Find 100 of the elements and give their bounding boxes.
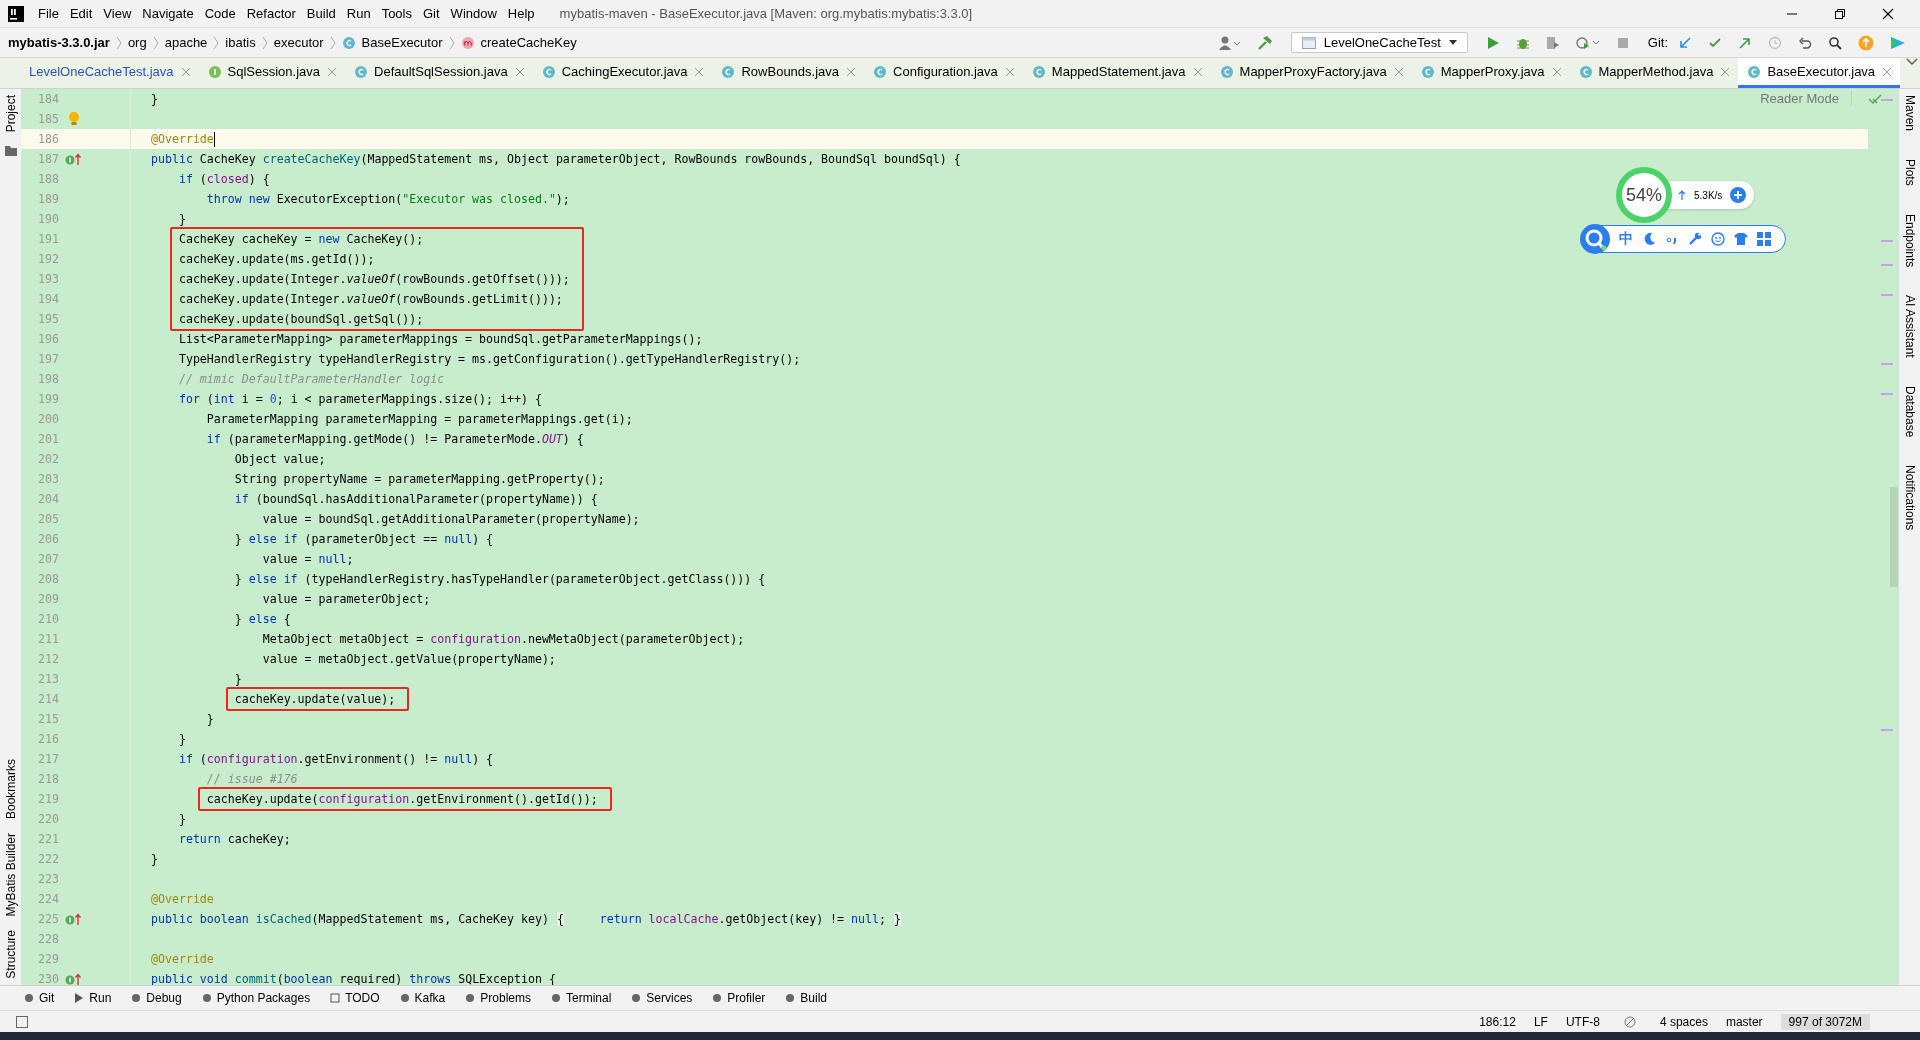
menu-item[interactable]: Run: [346, 6, 371, 21]
file-encoding[interactable]: UTF-8: [1565, 1014, 1600, 1029]
tool-window-tab[interactable]: Database: [1902, 385, 1917, 438]
update-icon[interactable]: [1858, 34, 1874, 51]
editor-tab[interactable]: SqlSession.java: [198, 58, 346, 88]
editor-tab[interactable]: Configuration.java: [864, 58, 1023, 88]
menu-item[interactable]: Build: [306, 6, 336, 21]
editor-tab[interactable]: DefaultSqlSession.java: [345, 58, 533, 88]
input-method-logo-icon[interactable]: [1580, 224, 1610, 254]
double-check-icon[interactable]: [1868, 92, 1884, 105]
menu-item[interactable]: Edit: [69, 6, 93, 21]
git-branch[interactable]: master: [1725, 1014, 1763, 1029]
override-marker-icon[interactable]: [65, 912, 83, 926]
menu-item[interactable]: Navigate: [142, 6, 194, 21]
checkmark-icon[interactable]: [1708, 35, 1722, 50]
tool-window-button[interactable]: Profiler: [712, 991, 766, 1005]
code-line: }: [177, 812, 186, 826]
breadcrumb[interactable]: ibatis: [225, 35, 256, 50]
stop-icon[interactable]: [1615, 35, 1630, 50]
tool-window-button[interactable]: TODO: [330, 991, 380, 1005]
profiler-icon[interactable]: [1575, 35, 1600, 50]
tool-window-button[interactable]: Python Packages: [201, 991, 311, 1005]
coverage-icon[interactable]: [1545, 35, 1560, 50]
menu-item[interactable]: Help: [507, 6, 535, 21]
tool-window-tab[interactable]: MyBatis Builder: [3, 832, 18, 917]
breadcrumb[interactable]: createCacheKey: [480, 35, 577, 50]
undo-icon[interactable]: [1798, 35, 1812, 50]
lightbulb-icon[interactable]: [68, 111, 80, 127]
wrench-icon[interactable]: [1688, 232, 1702, 246]
editor-tab[interactable]: MapperProxyFactory.java: [1210, 58, 1412, 88]
breadcrumb[interactable]: org: [127, 35, 147, 50]
breadcrumb[interactable]: executor: [273, 35, 324, 50]
clock-icon[interactable]: [1768, 35, 1782, 50]
line-separator[interactable]: LF: [1533, 1014, 1548, 1029]
arrow-up-right-icon[interactable]: [1738, 35, 1752, 50]
code-line: }: [177, 212, 186, 226]
input-method-toolbar[interactable]: 中: [1581, 225, 1786, 253]
plus-icon[interactable]: [1730, 187, 1747, 203]
editor-tab[interactable]: MapperMethod.java: [1569, 58, 1739, 88]
editor-tab[interactable]: RowBounds.java: [712, 58, 865, 88]
shirt-icon[interactable]: [1734, 232, 1748, 246]
menu-item[interactable]: Code: [204, 6, 236, 21]
moon-icon[interactable]: [1642, 232, 1656, 246]
menu-item[interactable]: Window: [450, 6, 497, 21]
hammer-icon[interactable]: [1256, 34, 1273, 51]
caret-position[interactable]: 186:12: [1479, 1014, 1516, 1029]
menu-item[interactable]: Git: [423, 6, 440, 21]
restore-icon[interactable]: [1834, 7, 1846, 20]
indent-setting[interactable]: 4 spaces: [1659, 1014, 1708, 1029]
search-icon[interactable]: [1828, 35, 1842, 50]
code-line: ParameterMapping parameterMapping = parameterMappings.get(i);: [205, 412, 633, 426]
gradient-logo-icon[interactable]: [1890, 34, 1906, 51]
reader-mode-link[interactable]: Reader Mode: [1760, 91, 1852, 106]
tool-window-tab[interactable]: Structure: [3, 930, 18, 979]
tool-window-tab[interactable]: Endpoints: [1902, 213, 1917, 268]
editor-tab[interactable]: BaseExecutor.java: [1738, 58, 1901, 88]
menu-item[interactable]: File: [38, 6, 59, 21]
memory-indicator[interactable]: 997 of 3072M: [1780, 1013, 1870, 1030]
editor-tab[interactable]: MappedStatement.java: [1022, 58, 1211, 88]
tool-window-button[interactable]: Run: [74, 991, 112, 1005]
code-line: cacheKey.update(Integer.valueOf(rowBounds.getOffset()));: [178, 272, 570, 286]
smiley-icon[interactable]: [1711, 232, 1725, 246]
tool-window-tab[interactable]: Bookmarks: [3, 758, 18, 819]
class-icon: [1031, 64, 1046, 79]
tool-window-button[interactable]: Problems: [465, 991, 531, 1005]
editor-tab[interactable]: LevelOneCacheTest.java: [20, 58, 199, 88]
panel-toggle-icon[interactable]: [16, 1015, 28, 1028]
menu-item[interactable]: View: [103, 6, 132, 21]
run-icon[interactable]: [1485, 35, 1500, 50]
tool-window-tab[interactable]: Maven: [1902, 95, 1917, 132]
run-configuration-dropdown[interactable]: LevelOneCacheTest: [1290, 32, 1468, 53]
breadcrumb[interactable]: BaseExecutor: [361, 35, 443, 50]
editor-tab[interactable]: CachingExecutor.java: [532, 58, 713, 88]
readonly-icon[interactable]: [1623, 1015, 1636, 1028]
menu-item[interactable]: Refactor: [246, 6, 296, 21]
tool-window-button[interactable]: Git: [24, 991, 55, 1005]
breadcrumb[interactable]: apache: [164, 35, 208, 50]
tool-window-button[interactable]: Build: [785, 991, 828, 1005]
override-marker-icon[interactable]: [65, 972, 83, 985]
tool-window-tab[interactable]: AI Assistant: [1902, 295, 1917, 358]
menu-item[interactable]: Tools: [381, 6, 412, 21]
chevron-down-icon[interactable]: [1906, 58, 1919, 66]
grid-icon[interactable]: [1757, 232, 1771, 246]
tool-window-tab[interactable]: Project: [3, 95, 18, 133]
tool-window-button[interactable]: Terminal: [550, 991, 612, 1005]
breadcrumb[interactable]: mybatis-3.3.0.jar: [8, 35, 110, 50]
tool-window-tab[interactable]: Notifications: [1902, 465, 1917, 531]
tool-window-button[interactable]: Services: [631, 991, 693, 1005]
scrollbar-thumb[interactable]: [1890, 487, 1898, 587]
tool-window-button[interactable]: Debug: [131, 991, 182, 1005]
input-mode-toggle[interactable]: 中: [1619, 230, 1633, 248]
arrow-down-left-icon[interactable]: [1678, 35, 1692, 50]
editor-tab[interactable]: MapperProxy.java: [1411, 58, 1570, 88]
override-marker-icon[interactable]: [65, 152, 83, 166]
close-icon[interactable]: [1882, 7, 1894, 20]
user-icon[interactable]: [1218, 34, 1241, 51]
tool-window-tab[interactable]: Plots: [1902, 159, 1917, 186]
folder-icon[interactable]: [4, 146, 17, 157]
line-number: 210: [37, 612, 59, 626]
tool-window-button[interactable]: Kafka: [399, 991, 446, 1005]
